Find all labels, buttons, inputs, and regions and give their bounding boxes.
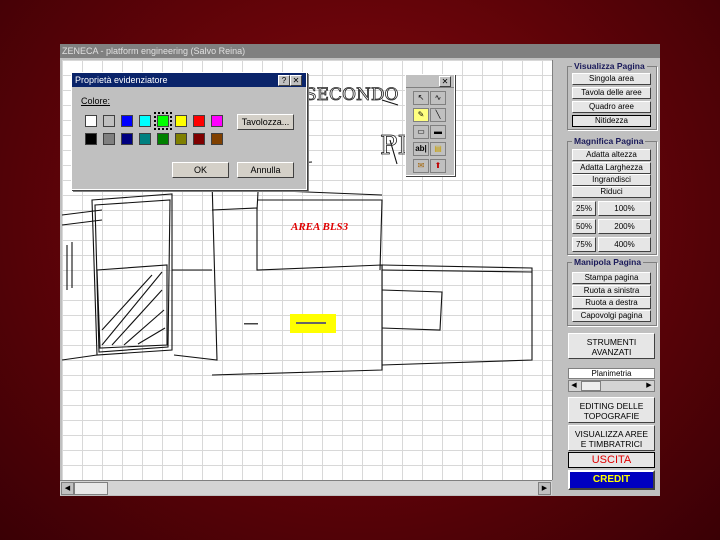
canvas-border [552,60,553,480]
color-swatch[interactable] [121,133,133,145]
ok-button[interactable]: OK [172,162,229,178]
handwritten-text-2: PI [380,131,408,161]
group-magnifica-title: Magnifica Pagina [572,136,646,146]
tool-palette-titlebar: ✕ [406,75,454,88]
scroll-right-arrow-icon[interactable]: ▶ [538,482,551,495]
planimetria-scroll-left-icon[interactable]: ◀ [569,381,579,391]
zoom-100-button[interactable]: 100% [598,201,651,216]
color-swatch[interactable] [211,133,223,145]
color-swatch[interactable] [157,133,169,145]
zoom-200-button[interactable]: 200% [598,219,651,234]
group-manipola: Manipola Pagina Stampa pagina Ruota a si… [567,257,657,326]
handwritten-text-1: SECONDO [305,85,398,105]
adatta-altezza-button[interactable]: Adatta altezza [572,149,651,161]
visualizza-aree-button[interactable]: VISUALIZZA AREE E TIMBRATRICI [568,425,655,451]
visualizza-aree-line-2: E TIMBRATRICI [580,439,643,449]
color-swatch[interactable] [85,115,97,127]
color-swatch[interactable] [175,133,187,145]
zoom-75-button[interactable]: 75% [572,237,596,252]
cancel-button[interactable]: Annulla [237,162,294,178]
line-tool-icon[interactable]: ╲ [430,108,446,122]
dialog-titlebar: Proprietà evidenziatore ? ✕ [72,73,306,87]
tool-palette-close-icon[interactable]: ✕ [439,76,451,87]
color-swatch[interactable] [103,115,115,127]
color-swatch[interactable] [139,133,151,145]
color-swatch[interactable] [175,115,187,127]
highlighter-tool-icon[interactable]: ✎ [413,108,429,122]
color-swatch[interactable] [193,133,205,145]
scroll-left-arrow-icon[interactable]: ◀ [61,482,74,495]
zoom-400-button[interactable]: 400% [598,237,651,252]
color-swatch[interactable] [154,112,172,130]
editing-line-1: EDITING DELLE [579,401,644,411]
control-panel: Visualizza Pagina Singola area Tavola de… [565,56,658,496]
quadro-aree-button[interactable]: Quadro aree [572,101,651,113]
note-tool-icon[interactable]: ▤ [430,142,446,156]
editing-topografie-button[interactable]: EDITING DELLE TOPOGRAFIE [568,397,655,423]
riduci-button[interactable]: Riduci [572,186,651,198]
ruota-sinistra-button[interactable]: Ruota a sinistra [572,285,651,297]
nitidezza-button[interactable]: Nitidezza [572,115,651,127]
uscita-button[interactable]: USCITA [568,452,655,468]
planimetria-scrollbar[interactable]: ◀ ▶ [568,380,655,392]
ingrandisci-button[interactable]: Ingrandisci [572,174,651,186]
small-text-mark [244,323,258,325]
color-swatch[interactable] [85,133,97,145]
planimetria-scroll-thumb[interactable] [581,381,601,391]
marker-tool-icon[interactable]: ⬆ [430,159,446,173]
adatta-larghezza-button[interactable]: Adatta Larghezza [572,162,651,174]
group-visualizza: Visualizza Pagina Singola area Tavola de… [567,61,657,130]
strumenti-avanzati-button[interactable]: STRUMENTI AVANZATI [568,333,655,359]
close-button[interactable]: ✕ [290,75,302,86]
color-swatch[interactable] [193,115,205,127]
scroll-thumb[interactable] [74,482,108,495]
stampa-pagina-button[interactable]: Stampa pagina [572,272,651,284]
color-label: Colore: [81,96,111,106]
help-button[interactable]: ? [278,75,290,86]
zoom-50-button[interactable]: 50% [572,219,596,234]
freehand-tool-icon[interactable]: ∿ [430,91,446,105]
group-magnifica: Magnifica Pagina Adatta altezza Adatta L… [567,136,657,255]
rectangle-tool-icon[interactable]: ▭ [413,125,429,139]
area-label: AREA BLS3 [290,221,349,233]
planimetria-list[interactable]: Planimetria [568,368,655,379]
ruota-destra-button[interactable]: Ruota a destra [572,297,651,309]
strumenti-line-2: AVANZATI [591,347,632,357]
color-swatch[interactable] [139,115,151,127]
stamp-tool-icon[interactable]: ✉ [413,159,429,173]
highlighter-properties-dialog: Proprietà evidenziatore ? ✕ Colore: Tavo… [71,72,307,190]
text-tool-icon[interactable]: ab| [413,142,429,156]
group-visualizza-title: Visualizza Pagina [572,61,647,71]
planimetria-scroll-right-icon[interactable]: ▶ [644,381,654,391]
color-swatch[interactable] [103,133,115,145]
tool-palette: ✕ ↖ ∿ ✎ ╲ ▭ ▬ ab| ▤ ✉ ⬆ [405,74,455,176]
horizontal-scrollbar[interactable]: ◀ ▶ [60,480,552,495]
color-swatch[interactable] [121,115,133,127]
credit-button[interactable]: CREDIT [568,470,655,490]
filled-rectangle-tool-icon[interactable]: ▬ [430,125,446,139]
group-manipola-title: Manipola Pagina [572,257,644,267]
visualizza-aree-line-1: VISUALIZZA AREE [574,429,649,439]
editing-line-2: TOPOGRAFIE [583,411,640,421]
singola-area-button[interactable]: Singola area [572,73,651,85]
strumenti-line-1: STRUMENTI [586,337,637,347]
capovolgi-pagina-button[interactable]: Capovolgi pagina [572,310,651,322]
color-swatch[interactable] [211,115,223,127]
dialog-title: Proprietà evidenziatore [75,75,168,85]
pointer-tool-icon[interactable]: ↖ [413,91,429,105]
palette-button[interactable]: Tavolozza... [237,114,294,130]
highlight-text-line [296,322,326,324]
tavola-aree-button[interactable]: Tavola delle aree [572,87,651,99]
zoom-25-button[interactable]: 25% [572,201,596,216]
